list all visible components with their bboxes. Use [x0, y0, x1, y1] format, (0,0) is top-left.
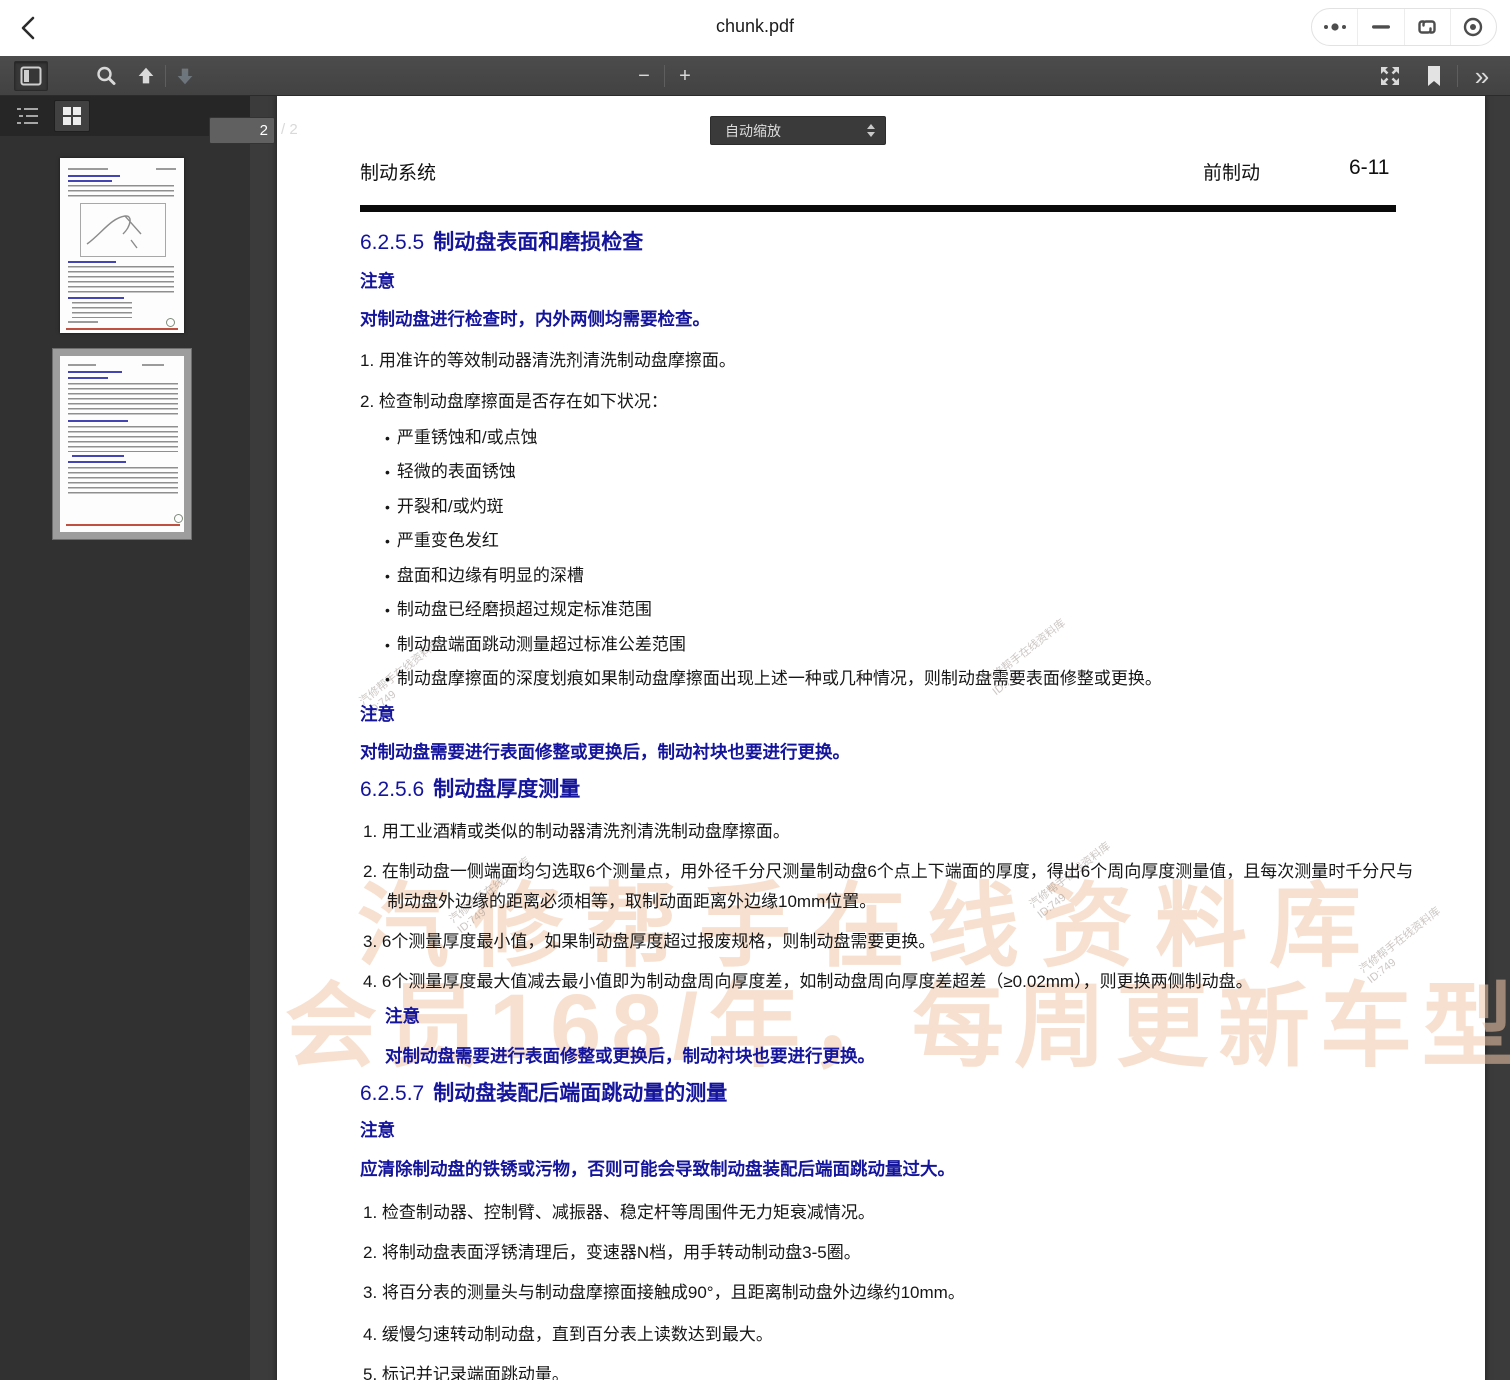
- list-item: 1. 检查制动器、控制臂、减振器、稳定杆等周围件无力矩衰减情况。: [363, 1198, 875, 1223]
- window-titlebar: chunk.pdf: [0, 0, 1510, 56]
- zoom-out-button[interactable]: −: [630, 62, 658, 90]
- note-label: 注意: [385, 1003, 420, 1028]
- search-button[interactable]: [92, 62, 120, 90]
- list-item: 3. 6个测量厚度最小值，如果制动盘厚度超过报废规格，则制动盘需要更换。: [363, 927, 935, 952]
- circle-dot-button[interactable]: [1450, 9, 1496, 45]
- list-item: 5. 标记并记录端面跳动量。: [363, 1360, 569, 1380]
- section-heading-6255: 6.2.5.5制动盘表面和磨损检查: [360, 226, 643, 256]
- bullet-marker: •: [385, 499, 390, 515]
- page-header-left: 制动系统: [360, 158, 436, 185]
- plus-icon: +: [679, 66, 691, 86]
- next-page-button[interactable]: [171, 62, 199, 90]
- note-label: 注意: [360, 701, 395, 726]
- page-header-center: 前制动: [1203, 158, 1260, 185]
- thumbnail-page-1-preview: [60, 158, 184, 333]
- bullet-item: •开裂和/或灼斑: [385, 492, 504, 517]
- note-text: 对制动盘需要进行表面修整或更换后，制动衬块也要进行更换。: [385, 1043, 875, 1068]
- thumbnail-page-1[interactable]: [60, 158, 184, 333]
- note-label: 注意: [360, 1117, 395, 1142]
- bullet-marker: •: [385, 533, 390, 549]
- toolbar-separator: [664, 65, 665, 87]
- bullet-item: •严重变色发红: [385, 526, 499, 551]
- pdf-viewer-area: 汽修帮手在线资料库 会员168/年，每周更新车型 汽修帮手在线资料库ID:749…: [250, 96, 1510, 1380]
- header-rule: [360, 205, 1396, 212]
- sidebar-toggle-icon: [20, 66, 42, 86]
- list-item: 2. 在制动盘一侧端面均匀选取6个测量点，用外径千分尺测量制动盘6个点上下端面的…: [363, 857, 1420, 917]
- select-spinner-icon: [867, 124, 875, 137]
- thumbnail-sidebar: [0, 96, 250, 1380]
- list-item: 1. 用工业酒精或类似的制动器清洗剂清洗制动盘摩擦面。: [363, 817, 790, 842]
- bookmark-button[interactable]: [1420, 62, 1448, 90]
- window-controls-capsule: [1311, 8, 1497, 46]
- arrow-up-icon: [135, 65, 157, 87]
- minimize-button[interactable]: [1357, 9, 1403, 45]
- double-chevron-icon: »: [1475, 65, 1489, 87]
- overlap-squares-icon: [1416, 16, 1438, 38]
- restore-window-button[interactable]: [1404, 9, 1450, 45]
- list-item: 4. 6个测量厚度最大值减去最小值即为制动盘周向厚度差，如制动盘周向厚度差超差（…: [363, 967, 1253, 992]
- toolbar-separator: [165, 65, 166, 87]
- note-text: 对制动盘需要进行表面修整或更换后，制动衬块也要进行更换。: [360, 739, 850, 764]
- thumbnail-page-2-preview: [60, 356, 184, 532]
- thumbnails-grid-icon: [62, 106, 82, 126]
- minus-icon: [1372, 24, 1390, 30]
- bullet-marker: •: [385, 464, 390, 480]
- note-text: 对制动盘进行检查时，内外两侧均需要检查。: [360, 306, 710, 331]
- list-item: 2. 检查制动盘摩擦面是否存在如下状况：: [360, 387, 668, 412]
- thumbnail-page-2[interactable]: [52, 348, 192, 540]
- bullet-item: •严重锈蚀和/或点蚀: [385, 423, 538, 448]
- search-icon: [95, 65, 117, 87]
- fullscreen-arrows-icon: [1378, 64, 1402, 88]
- presentation-mode-button[interactable]: [1376, 62, 1404, 90]
- sidebar-toggle-button[interactable]: [14, 61, 48, 91]
- circle-dot-icon: [1462, 16, 1484, 38]
- bullet-marker: •: [385, 430, 390, 446]
- list-item: 2. 将制动盘表面浮锈清理后，变速器N档，用手转动制动盘3-5圈。: [363, 1238, 861, 1263]
- bullet-item: •制动盘摩擦面的深度划痕如果制动盘摩擦面出现上述一种或几种情况，则制动盘需要表面…: [385, 664, 1162, 689]
- page-number-label: 6-11: [1349, 156, 1389, 180]
- note-text: 应清除制动盘的铁锈或污物，否则可能会导致制动盘装配后端面跳动量过大。: [360, 1156, 955, 1181]
- section-heading-6257: 6.2.5.7制动盘装配后端面跳动量的测量: [360, 1077, 727, 1107]
- thumbnails-view-button[interactable]: [54, 100, 90, 132]
- bullet-marker: •: [385, 671, 390, 687]
- zoom-level-select[interactable]: 自动缩放: [710, 116, 886, 145]
- bullet-item: •盘面和边缘有明显的深槽: [385, 561, 584, 586]
- bullet-item: •制动盘已经磨损超过规定标准范围: [385, 595, 652, 620]
- bullet-marker: •: [385, 637, 390, 653]
- note-label: 注意: [360, 268, 395, 293]
- list-item: 3. 将百分表的测量头与制动盘摩擦面接触成90°，且距离制动盘外边缘约10mm。: [363, 1278, 965, 1303]
- pdf-page-2: 汽修帮手在线资料库 会员168/年，每周更新车型 汽修帮手在线资料库ID:749…: [277, 96, 1485, 1380]
- page-count-label: / 2: [281, 121, 298, 138]
- more-options-button[interactable]: [1312, 9, 1357, 45]
- list-item: 4. 缓慢匀速转动制动盘，直到百分表上读数达到最大。: [363, 1320, 773, 1345]
- zoom-in-button[interactable]: +: [671, 62, 699, 90]
- arrow-down-icon: [174, 65, 196, 87]
- ellipsis-dots-icon: [1322, 21, 1348, 33]
- section-heading-6256: 6.2.5.6制动盘厚度测量: [360, 773, 580, 803]
- minus-icon: −: [638, 66, 650, 86]
- zoom-level-value: 自动缩放: [725, 121, 867, 141]
- outline-view-button[interactable]: [10, 100, 46, 132]
- page-number-input[interactable]: [209, 117, 275, 144]
- bullet-marker: •: [385, 568, 390, 584]
- bullet-item: •轻微的表面锈蚀: [385, 457, 516, 482]
- more-tools-button[interactable]: »: [1468, 62, 1496, 90]
- pdf-toolbar: / 2 − + 自动缩放 »: [0, 56, 1510, 96]
- outline-list-icon: [16, 106, 40, 126]
- toolbar-separator: [1457, 65, 1458, 87]
- bullet-marker: •: [385, 602, 390, 618]
- bullet-item: •制动盘端面跳动测量超过标准公差范围: [385, 630, 686, 655]
- previous-page-button[interactable]: [132, 62, 160, 90]
- bookmark-flag-icon: [1425, 65, 1443, 87]
- window-title: chunk.pdf: [0, 16, 1510, 37]
- list-item: 1. 用准许的等效制动器清洗剂清洗制动盘摩擦面。: [360, 346, 736, 371]
